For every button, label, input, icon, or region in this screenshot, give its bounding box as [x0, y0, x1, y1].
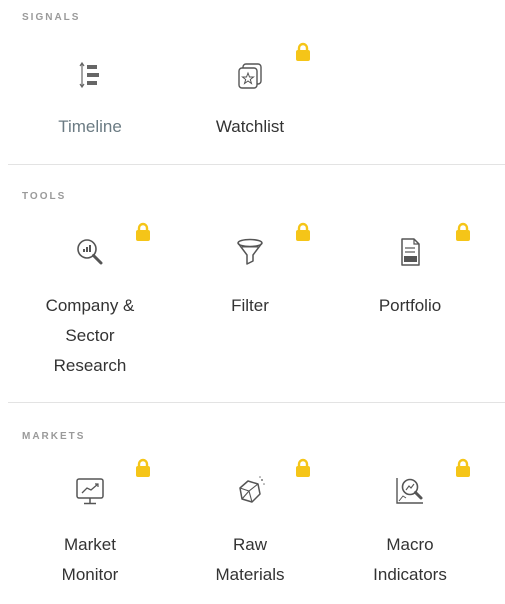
lock-icon — [134, 458, 152, 478]
section-header-signals: SIGNALS — [22, 12, 81, 23]
timeline-icon — [73, 58, 107, 92]
lock-icon — [294, 222, 312, 242]
filter-icon — [233, 235, 267, 269]
lock-icon — [294, 458, 312, 478]
raw-materials-label-line-1: Raw — [232, 535, 267, 554]
filter-label: Filter — [231, 296, 269, 315]
watchlist-label: Watchlist — [215, 117, 285, 136]
tile-market-monitor[interactable]: Market Monitor — [15, 468, 165, 598]
raw-materials-icon — [233, 474, 267, 508]
section-header-markets: MARKETS — [22, 431, 86, 442]
portfolio-label: Portfolio — [378, 296, 442, 315]
macro-indicators-icon — [393, 474, 427, 508]
divider-signals-tools — [8, 164, 505, 165]
tile-watchlist[interactable]: Watchlist — [175, 50, 325, 150]
tile-timeline[interactable]: Timeline — [15, 50, 165, 150]
section-header-tools: TOOLS — [22, 191, 67, 202]
research-icon — [73, 235, 107, 269]
tile-macro-indicators[interactable]: Macro Indicators — [335, 468, 485, 598]
portfolio-icon — [393, 235, 427, 269]
timeline-label: Timeline — [58, 117, 122, 136]
lock-icon — [454, 222, 472, 242]
macro-label-line-2: Indicators — [373, 565, 447, 584]
market-monitor-label-line-1: Market — [64, 535, 116, 554]
tile-company-sector-research[interactable]: Company & Sector Research — [15, 225, 165, 385]
lock-icon — [134, 222, 152, 242]
company-label-line-3: Research — [53, 356, 127, 375]
divider-tools-markets — [8, 402, 505, 403]
raw-materials-label-line-2: Materials — [215, 565, 285, 584]
lock-icon — [454, 458, 472, 478]
watchlist-icon — [233, 60, 267, 94]
company-label-line-1: Company & — [45, 296, 135, 315]
macro-label-line-1: Macro — [386, 535, 434, 554]
lock-icon — [294, 42, 312, 62]
market-monitor-icon — [73, 474, 107, 508]
company-label-line-2: Sector — [65, 326, 115, 345]
market-monitor-label-line-2: Monitor — [61, 565, 119, 584]
tile-raw-materials[interactable]: Raw Materials — [175, 468, 325, 598]
